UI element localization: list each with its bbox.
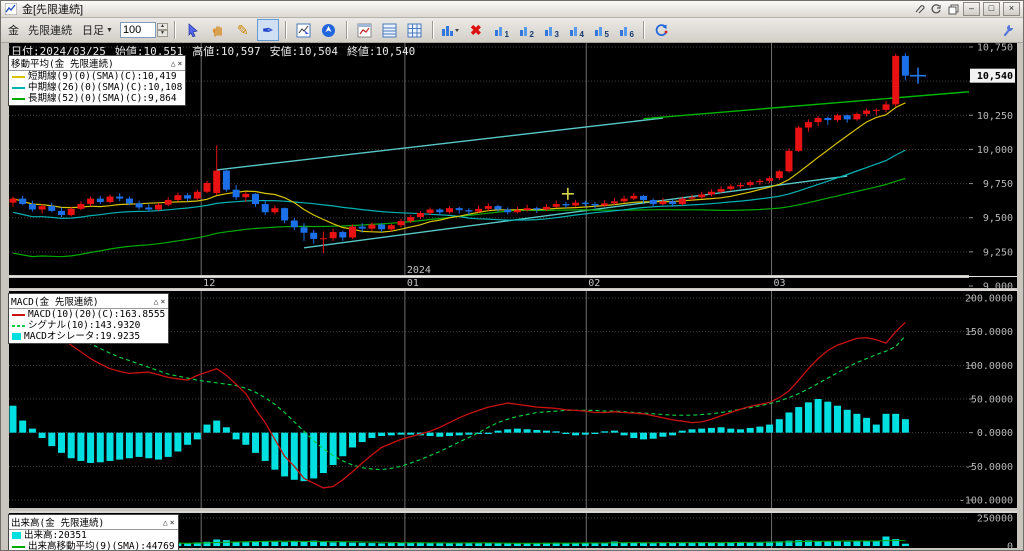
maximize-button[interactable]: □ (983, 2, 1000, 16)
svg-text:10,250: 10,250 (977, 111, 1013, 122)
legend-close-icon[interactable]: × (177, 59, 184, 68)
toolbar-separator (285, 21, 287, 39)
svg-text:9,500: 9,500 (983, 213, 1013, 224)
svg-text:10,750: 10,750 (977, 43, 1013, 54)
macd-legend-title: MACD(金 先限連続) (11, 294, 153, 308)
toolbar-separator (346, 21, 348, 39)
timeframe-dropdown[interactable]: 日足 ▼ (78, 20, 117, 40)
pan-hand-tool-button[interactable] (207, 19, 229, 41)
toolbar: 金 先限連続 日足 ▼ ▲▼ ✎ ✒ (1, 18, 1023, 43)
remove-indicator-button[interactable]: ✖ (465, 19, 487, 41)
svg-text:10,000: 10,000 (977, 145, 1013, 156)
svg-text:250000: 250000 (977, 514, 1013, 525)
legend-row: 短期線(9)(0)(SMA)(C):10,419 (9, 71, 185, 82)
symbol-label: 金 (5, 22, 22, 38)
svg-text:0.0000: 0.0000 (977, 428, 1013, 439)
trendline-pen-tool-button[interactable]: ✒ (257, 19, 279, 41)
svg-text:100.0000: 100.0000 (965, 361, 1013, 372)
toolbar-separator (432, 21, 434, 39)
bar-count-spinner[interactable]: ▲▼ (120, 22, 168, 38)
legend-row: 出来高:20351 (9, 530, 178, 541)
settings-wrench-icon[interactable] (997, 19, 1019, 41)
info-close: 終値:10,540 (347, 45, 415, 58)
chart-slot-4-button[interactable]: 4 (565, 19, 587, 41)
volume-legend-title: 出来高(金 先限連続) (11, 515, 162, 529)
svg-text:01: 01 (407, 278, 419, 289)
svg-text:9,250: 9,250 (983, 247, 1013, 258)
svg-text:02: 02 (588, 278, 600, 289)
legend-row: 長期線(52)(0)(SMA)(C):9,864 (9, 93, 185, 104)
chart-cursor-button[interactable] (293, 19, 315, 41)
macd-osc-swatch (12, 333, 21, 340)
macd-line-swatch (12, 314, 25, 316)
legend-row: 中期線(26)(0)(SMA)(C):10,108 (9, 82, 185, 93)
contract-label: 先限連続 (25, 22, 75, 38)
titlebar: 金[先限連続] – □ × (1, 1, 1023, 18)
minimize-button[interactable]: – (963, 2, 980, 16)
chart-slot-6-button[interactable]: 6 (615, 19, 637, 41)
legend-row: MACDオシレータ:19.9235 (9, 331, 168, 342)
legend-row: MACD(10)(20)(C):163.8555 (9, 309, 168, 320)
duplicate-icon[interactable] (946, 3, 960, 15)
legend-close-icon[interactable]: × (159, 297, 166, 306)
toolbar-separator (174, 21, 176, 39)
svg-text:0: 0 (1007, 542, 1013, 551)
chart-slot-5-button[interactable]: 5 (590, 19, 612, 41)
attach-icon[interactable] (912, 3, 926, 15)
spinner-arrows[interactable]: ▲▼ (157, 23, 168, 37)
macd-legend: MACD(金 先限連続) △ × MACD(10)(20)(C):163.855… (8, 293, 169, 344)
window-title: 金[先限連続] (22, 1, 83, 17)
svg-text:-50.0000: -50.0000 (965, 462, 1013, 473)
legend-collapse-icon[interactable]: △ (162, 518, 169, 527)
chart-window-button[interactable] (354, 19, 376, 41)
ma-mid-swatch (12, 87, 25, 89)
svg-text:50.0000: 50.0000 (971, 394, 1013, 405)
grid-layout-button[interactable] (404, 19, 426, 41)
legend-close-icon[interactable]: × (169, 518, 176, 527)
refresh-button[interactable] (651, 19, 673, 41)
svg-text:9,750: 9,750 (983, 179, 1013, 190)
chart-slot-1-button[interactable]: 1 (490, 19, 512, 41)
svg-text:10,540: 10,540 (977, 71, 1013, 82)
toolbar-separator (643, 21, 645, 39)
legend-collapse-icon[interactable]: △ (153, 297, 160, 306)
svg-text:12: 12 (203, 278, 215, 289)
svg-text:2024: 2024 (407, 265, 431, 276)
volume-swatch (12, 532, 21, 539)
legend-collapse-icon[interactable]: △ (170, 59, 177, 68)
ma-long-swatch (12, 98, 25, 100)
ma-legend-title: 移動平均(金 先限連続) (11, 56, 170, 70)
bar-count-input[interactable] (120, 22, 156, 38)
svg-text:03: 03 (774, 278, 786, 289)
chart-slot-2-button[interactable]: 2 (515, 19, 537, 41)
chevron-down-icon: ▼ (106, 27, 113, 34)
chart-window: 金[先限連続] – □ × 金 先限連続 日足 ▼ ▲▼ (0, 0, 1024, 551)
pencil-tool-button[interactable]: ✎ (232, 19, 254, 41)
svg-text:-100.0000: -100.0000 (959, 495, 1013, 506)
chart-slot-3-button[interactable]: 3 (540, 19, 562, 41)
app-icon (4, 3, 18, 15)
quote-table-button[interactable] (379, 19, 401, 41)
svg-text:9,000: 9,000 (983, 282, 1013, 293)
pointer-tool-button[interactable] (182, 19, 204, 41)
info-low: 安値:10,504 (270, 45, 338, 58)
legend-row: シグナル(10):143.9320 (9, 320, 168, 331)
indicator-bars-dropdown-button[interactable] (440, 19, 462, 41)
ma-legend: 移動平均(金 先限連続) △ × 短期線(9)(0)(SMA)(C):10,41… (8, 55, 186, 106)
link-chart-icon[interactable] (929, 3, 943, 15)
info-high: 高値:10,597 (192, 45, 260, 58)
close-button[interactable]: × (1003, 2, 1020, 16)
volume-legend: 出来高(金 先限連続) △ × 出来高:20351 出来高移動平均(9)(SMA… (8, 514, 179, 551)
svg-text:150.0000: 150.0000 (965, 327, 1013, 338)
signal-line-swatch (12, 325, 25, 327)
ma-short-swatch (12, 76, 25, 78)
svg-text:200.0000: 200.0000 (965, 294, 1013, 305)
volume-ma-swatch (12, 546, 25, 548)
navigate-compass-button[interactable] (318, 19, 340, 41)
chart-area: 12 01 2024 02 03 9,000 9,250 9,500 9,750 10,000 10… (1, 43, 1024, 551)
legend-row: 出来高移動平均(9)(SMA):44769 (9, 541, 178, 551)
